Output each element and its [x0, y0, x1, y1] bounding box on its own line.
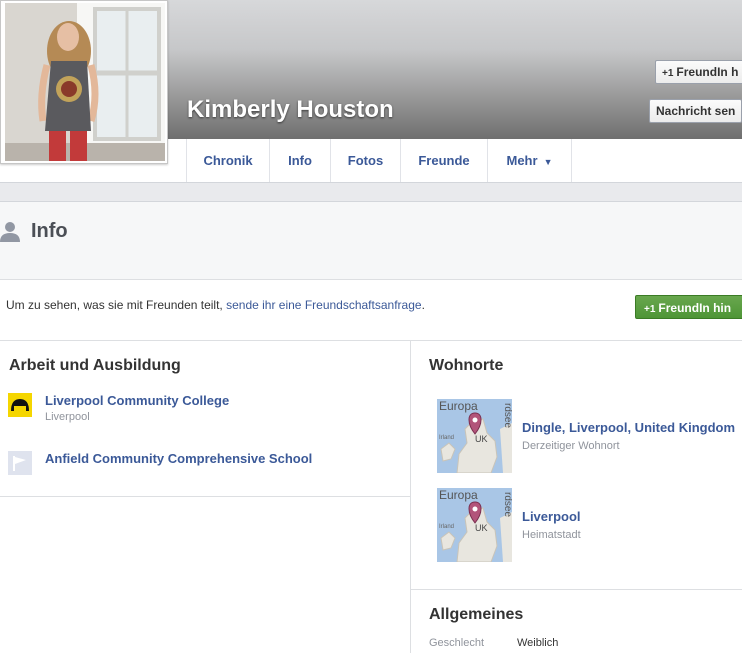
friend-request-notice: Um zu sehen, was sie mit Freunden teilt,…: [0, 280, 742, 341]
map-sea-label: rdsee: [502, 403, 512, 428]
tab-info-label: Info: [288, 153, 312, 168]
gender-value: Weiblich: [517, 637, 559, 649]
work-education-title: Arbeit und Ausbildung: [9, 357, 181, 374]
notice-text: Um zu sehen, was sie mit Freunden teilt,: [6, 298, 227, 312]
general-title: Allgemeines: [429, 606, 524, 623]
tab-mehr[interactable]: Mehr ▼: [488, 139, 572, 182]
tab-mehr-label: Mehr: [506, 153, 538, 168]
tab-chronik-label: Chronik: [203, 153, 253, 168]
college-logo-icon[interactable]: [8, 393, 32, 417]
tab-fotos-label: Fotos: [347, 153, 384, 168]
workplace-location: Liverpool: [45, 411, 90, 423]
add-friend-button[interactable]: +1 FreundIn hin: [635, 295, 742, 319]
hometown-type: Heimatstadt: [522, 529, 581, 541]
notice-end: .: [421, 298, 425, 312]
school-link[interactable]: Anfield Community Comprehensive School: [45, 451, 312, 466]
add-friend-cover-label: FreundIn h: [676, 65, 739, 79]
map-region-label: Europa: [439, 488, 478, 502]
chevron-down-icon: ▼: [543, 157, 553, 167]
profile-picture[interactable]: [0, 0, 168, 164]
map-country-left-label: Irland: [439, 435, 454, 441]
places-title: Wohnorte: [429, 357, 504, 374]
section-gap: [0, 183, 742, 202]
add-friend-icon: +1: [662, 68, 674, 79]
map-sea-label: rdsee: [502, 492, 512, 517]
tab-info[interactable]: Info: [270, 139, 331, 182]
gender-label: Geschlecht: [429, 637, 485, 649]
map-country-label: UK: [475, 434, 488, 444]
add-friend-cover-button[interactable]: +1 FreundIn h: [655, 60, 742, 84]
map-thumbnail[interactable]: Europa rdsee Irland UK: [437, 399, 512, 473]
send-message-label: Nachricht sen: [656, 104, 736, 118]
current-city-type: Derzeitiger Wohnort: [522, 440, 620, 452]
tab-freunde[interactable]: Freunde: [401, 139, 488, 182]
send-message-button[interactable]: Nachricht sen: [649, 99, 742, 123]
person-icon: [0, 222, 20, 242]
map-thumbnail[interactable]: Europa rdsee Irland UK: [437, 488, 512, 562]
school-flag-icon[interactable]: [8, 451, 32, 475]
profile-photo-image: [5, 3, 165, 161]
add-friend-plus-icon: +1: [644, 304, 656, 315]
hometown-link[interactable]: Liverpool: [522, 509, 581, 524]
map-country-left-label: Irland: [439, 524, 454, 530]
list-item: Europa rdsee Irland UK Dingle, Liverpool…: [437, 399, 742, 473]
add-friend-button-label: FreundIn hin: [658, 301, 732, 315]
tab-chronik[interactable]: Chronik: [187, 139, 270, 182]
map-country-label: UK: [475, 523, 488, 533]
section-divider: [411, 589, 742, 590]
profile-nav-tabs: Chronik Info Fotos Freunde Mehr ▼: [186, 139, 572, 182]
list-item: Europa rdsee Irland UK Liverpool Heimats…: [437, 488, 742, 562]
friend-notice-text: Um zu sehen, was sie mit Freunden teilt,…: [6, 298, 425, 312]
send-friend-request-link[interactable]: sende ihr eine Freundschaftsanfrage: [226, 298, 421, 312]
info-section-header: Info: [0, 202, 742, 280]
map-region-label: Europa: [439, 399, 478, 413]
current-city-link[interactable]: Dingle, Liverpool, United Kingdom: [522, 420, 735, 435]
places-section: Wohnorte Europa rdsee Irland UK Dingle, …: [411, 341, 742, 653]
workplace-link[interactable]: Liverpool Community College: [45, 393, 229, 408]
tab-fotos[interactable]: Fotos: [331, 139, 401, 182]
profile-name[interactable]: Kimberly Houston: [187, 96, 394, 124]
tab-freunde-label: Freunde: [418, 153, 470, 168]
info-title: Info: [31, 220, 68, 242]
work-education-section: Arbeit und Ausbildung Liverpool Communit…: [0, 341, 410, 497]
